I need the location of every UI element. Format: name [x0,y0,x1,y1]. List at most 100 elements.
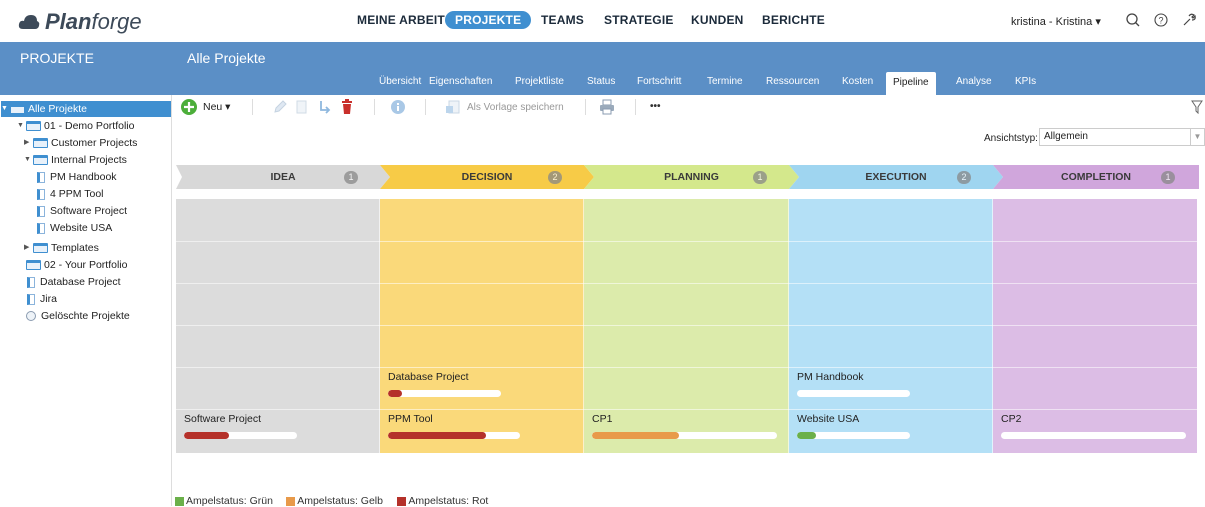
project-card-name: Website USA [797,413,860,425]
phase-header-decision: DECISION 2 [380,165,594,189]
nav-projekte[interactable]: PROJEKTE [445,11,532,29]
tab-termine[interactable]: Termine [700,71,750,93]
logo[interactable]: Plan forge [18,9,142,35]
row-divider [380,241,584,242]
row-divider [176,409,380,410]
wrench-icon[interactable] [1180,11,1198,29]
progress-fill [592,432,679,439]
tree-item-website-usa[interactable]: Website USA [34,220,112,236]
tab-status[interactable]: Status [580,71,622,93]
project-card-name: PM Handbook [797,371,864,383]
tree-item-software-project[interactable]: Software Project [34,203,127,219]
phase-count-badge: 2 [548,171,562,184]
project-card[interactable]: PM Handbook [797,371,989,405]
tree-item-templates[interactable]: ▶ Templates [24,240,99,256]
row-divider [789,325,993,326]
info-icon[interactable] [390,99,406,115]
move-icon[interactable] [317,99,333,115]
help-icon[interactable]: ? [1152,11,1170,29]
expand-arrow-icon[interactable]: ▼ [17,118,26,134]
toolbar-divider [425,99,426,115]
expand-arrow-icon[interactable]: ▼ [24,152,33,168]
tree-item-your-portfolio[interactable]: 02 - Your Portfolio [26,257,127,273]
row-divider [380,367,584,368]
project-icon [37,188,45,200]
tab-kpis[interactable]: KPIs [1008,71,1043,93]
row-divider [176,283,380,284]
tree-item-label: 02 - Your Portfolio [44,259,128,271]
tree-item-database-project[interactable]: Database Project [24,274,121,290]
tree-item-label: Database Project [40,276,121,288]
filter-icon[interactable] [1191,100,1203,114]
tree-item-customer-projects[interactable]: ▶ Customer Projects [24,135,137,151]
tab-eigenschaften[interactable]: Eigenschaften [422,71,499,93]
save-as-template-button[interactable]: Als Vorlage speichern [445,95,564,119]
view-type-select[interactable]: Allgemein ▼ [1039,128,1205,146]
nav-kunden[interactable]: KUNDEN [691,13,744,27]
row-divider [176,325,380,326]
legend-label: Ampelstatus: Grün [186,495,273,507]
svg-text:?: ? [1158,16,1163,26]
folder-icon [33,243,48,253]
edit-icon[interactable] [272,99,288,115]
tab-uebersicht[interactable]: Übersicht [372,71,428,93]
row-divider [584,241,789,242]
tree-item-deleted-projects[interactable]: Gelöschte Projekte [26,308,130,324]
phase-header-idea: IDEA 1 [176,165,390,189]
collapse-arrow-icon[interactable]: ▶ [24,135,33,151]
tree-item-label: Templates [51,242,99,254]
legend-label: Ampelstatus: Gelb [297,495,383,507]
row-divider [993,409,1197,410]
tree-item-internal-projects[interactable]: ▼ Internal Projects [24,152,127,168]
project-card-name: CP2 [1001,413,1022,425]
more-options-button[interactable]: ••• [650,101,661,112]
progress-bar [797,432,910,439]
project-card[interactable]: CP2 [1001,413,1193,447]
nav-berichte[interactable]: BERICHTE [762,13,825,27]
tab-ressourcen[interactable]: Ressourcen [759,71,826,93]
template-icon [446,100,460,114]
expand-arrow-icon[interactable]: ▼ [1,101,10,117]
tree-item-demo-portfolio[interactable]: ▼ 01 - Demo Portfolio [17,118,134,134]
tree-item-pm-handbook[interactable]: PM Handbook [34,169,117,185]
project-card[interactable]: Website USA [797,413,989,447]
tab-analyse[interactable]: Analyse [949,71,999,93]
tab-pipeline[interactable]: Pipeline [886,72,936,95]
collapse-arrow-icon[interactable]: ▶ [24,240,33,256]
save-as-template-label: Als Vorlage speichern [467,101,564,113]
project-card[interactable]: PPM Tool [388,413,580,447]
tab-kosten[interactable]: Kosten [835,71,880,93]
new-button[interactable]: Neu ▾ [180,95,230,119]
tree-item-jira[interactable]: Jira [24,291,57,307]
delete-icon[interactable] [339,98,355,116]
nav-meine-arbeit[interactable]: MEINE ARBEIT [357,13,445,27]
nav-teams[interactable]: TEAMS [541,13,584,27]
tab-projektliste[interactable]: Projektliste [508,71,571,93]
copy-icon[interactable] [294,99,310,115]
user-menu[interactable]: kristina - Kristina ▾ [1011,15,1101,28]
tree-item-ppm-tool[interactable]: 4 PPM Tool [34,186,104,202]
toolbar-divider [585,99,586,115]
phase-header-execution: EXECUTION 2 [789,165,1003,189]
project-card[interactable]: Software Project [184,413,376,447]
tree-item-alle-projekte[interactable]: ▼ Alle Projekte [1,101,171,117]
project-tree: ▼ Alle Projekte ▼ 01 - Demo Portfolio ▶ Cus… [0,95,172,506]
legend-label: Ampelstatus: Rot [408,495,489,507]
view-type-label: Ansichtstyp: [984,133,1038,144]
phase-count-badge: 1 [753,171,767,184]
main-header: Alle Projekte Übersicht Eigenschaften Pr… [172,42,1205,95]
folder-icon [10,104,25,114]
tree-item-label: 4 PPM Tool [50,188,104,200]
project-card-name: CP1 [592,413,613,425]
row-divider [993,283,1197,284]
print-icon[interactable] [598,99,616,115]
row-divider [789,367,993,368]
phase-count-badge: 2 [957,171,971,184]
search-icon[interactable] [1124,11,1142,29]
project-card[interactable]: Database Project [388,371,580,405]
tab-fortschritt[interactable]: Fortschritt [630,71,688,93]
project-card[interactable]: CP1 [592,413,785,447]
page-title: Alle Projekte [187,50,266,66]
nav-strategie[interactable]: STRATEGIE [604,13,674,27]
project-card-name: PPM Tool [388,413,433,425]
